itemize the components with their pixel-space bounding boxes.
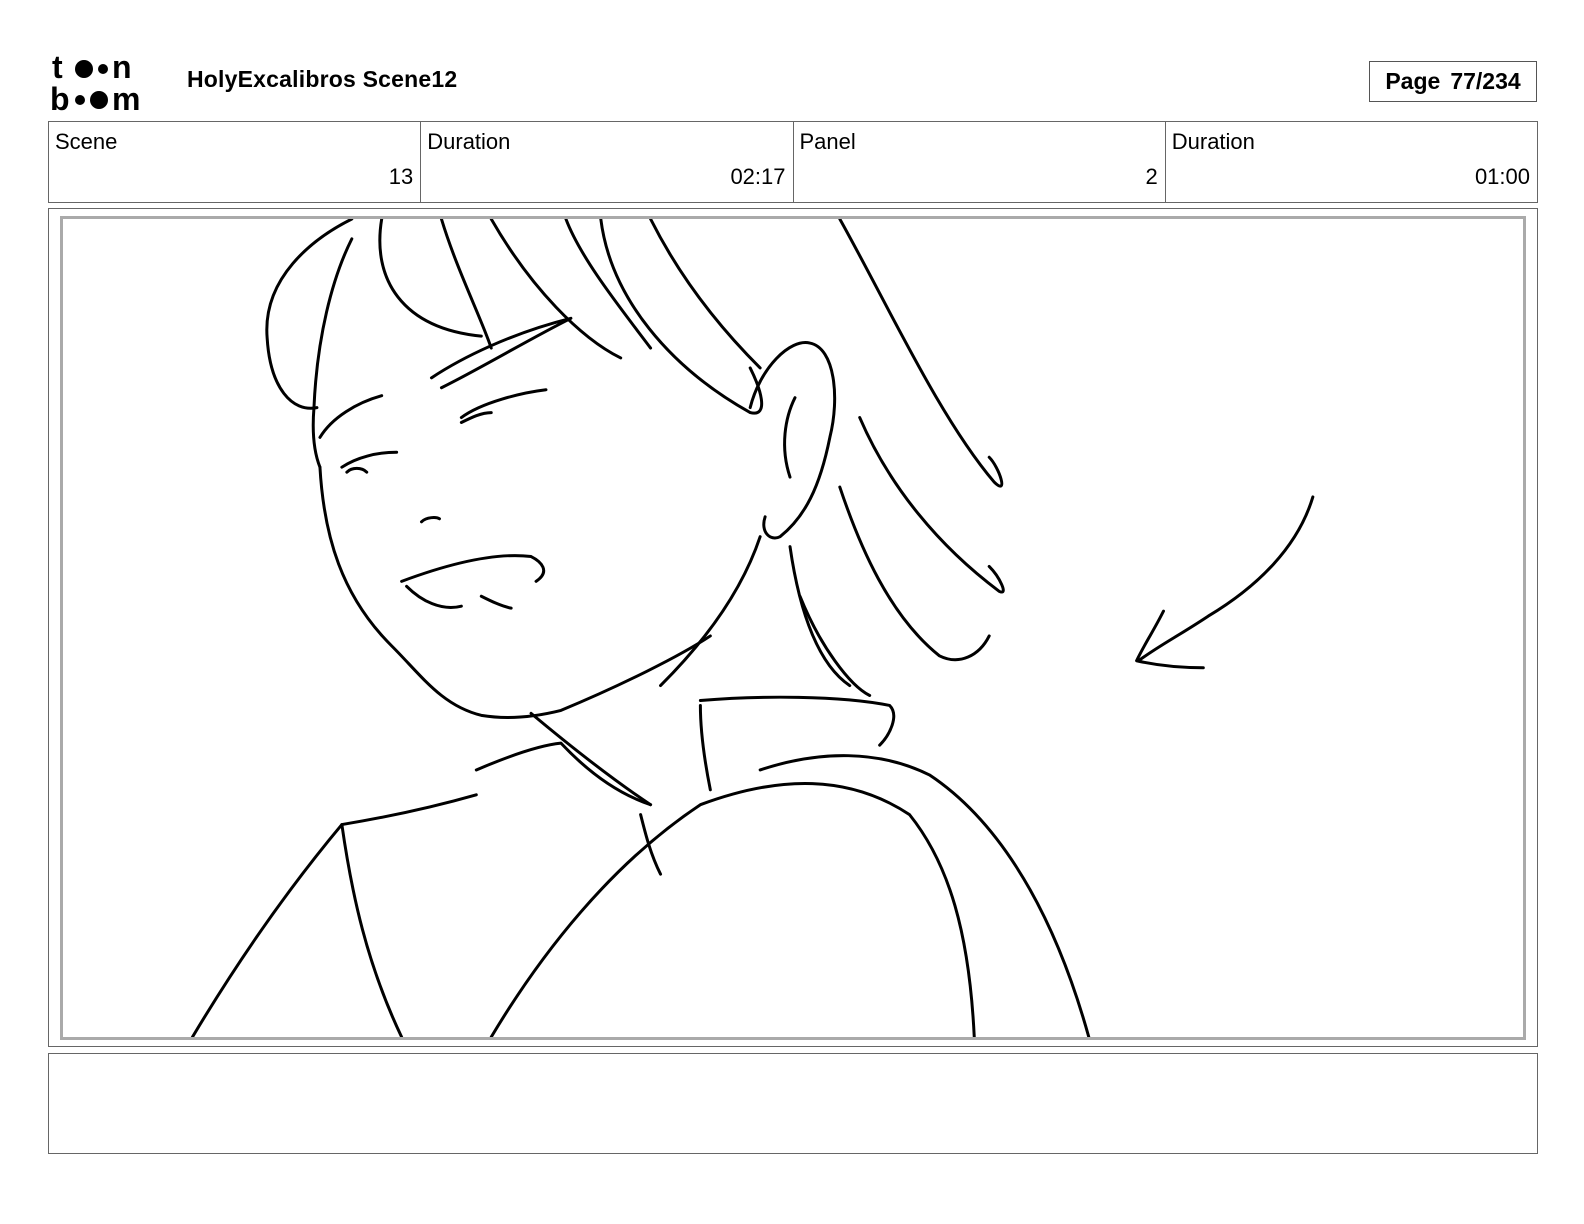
hair-strand-1 [311, 237, 354, 469]
eye-right [459, 388, 548, 424]
nose [420, 516, 441, 524]
chin-shade [479, 594, 513, 610]
scene-value: 13 [388, 164, 414, 189]
panel-duration-cell: Duration 01:00 [1166, 122, 1537, 202]
shoulder-right-back [758, 754, 1091, 1037]
storyboard-panel-image [60, 216, 1526, 1040]
ear-inner [783, 396, 797, 479]
panel-label: Panel [799, 129, 856, 154]
collar [698, 695, 896, 747]
page-indicator: Page 77/234 [1369, 61, 1537, 102]
svg-text:m: m [112, 81, 140, 114]
shoulder-right-front [489, 782, 976, 1037]
scene-duration-label: Duration [427, 129, 511, 154]
strap [639, 813, 663, 876]
hair-right-strand-2 [798, 594, 872, 697]
panel-duration-value: 01:00 [1474, 164, 1530, 189]
panel-notes-area [48, 1053, 1538, 1154]
eyebrow-left [318, 394, 384, 439]
scene-label: Scene [55, 129, 118, 154]
scene-duration-value: 02:17 [730, 164, 786, 189]
hair-outline-left [265, 219, 354, 410]
shoulder-left-inner [340, 823, 404, 1037]
page-label: Page [1385, 68, 1441, 94]
hair-right-lower [858, 416, 1005, 594]
page-value: 77/234 [1450, 68, 1521, 94]
svg-text:n: n [112, 50, 132, 85]
mouth [400, 554, 546, 609]
face-outline [318, 465, 712, 719]
panel-info-table: Scene 13 Duration 02:17 Panel 2 Duration… [48, 121, 1538, 203]
svg-text:t: t [52, 50, 63, 85]
eyebrow-right [429, 316, 573, 390]
panel-cell: Panel 2 [794, 122, 1166, 202]
panel-value: 2 [1145, 164, 1158, 189]
scene-cell: Scene 13 [49, 122, 422, 202]
document-title: HolyExcalibros Scene12 [187, 66, 458, 92]
collar-line [698, 703, 712, 792]
panel-duration-label: Duration [1171, 129, 1255, 154]
hair-right-strand [838, 485, 991, 662]
hair-right-outer [838, 219, 1004, 488]
ear [748, 341, 837, 540]
hair-strand-7 [649, 219, 762, 370]
jaw-line [529, 711, 653, 807]
toonboom-logo: t n b m [50, 50, 140, 114]
collar-left [474, 741, 653, 807]
neck-left [659, 535, 762, 688]
shoulder-left [190, 793, 478, 1037]
motion-arrow-shaft [1137, 495, 1315, 663]
scene-duration-cell: Duration 02:17 [421, 122, 794, 202]
svg-text:b: b [50, 81, 70, 114]
hair-strand-2 [378, 219, 483, 338]
eye-left [340, 450, 399, 474]
neck-right [788, 545, 852, 688]
